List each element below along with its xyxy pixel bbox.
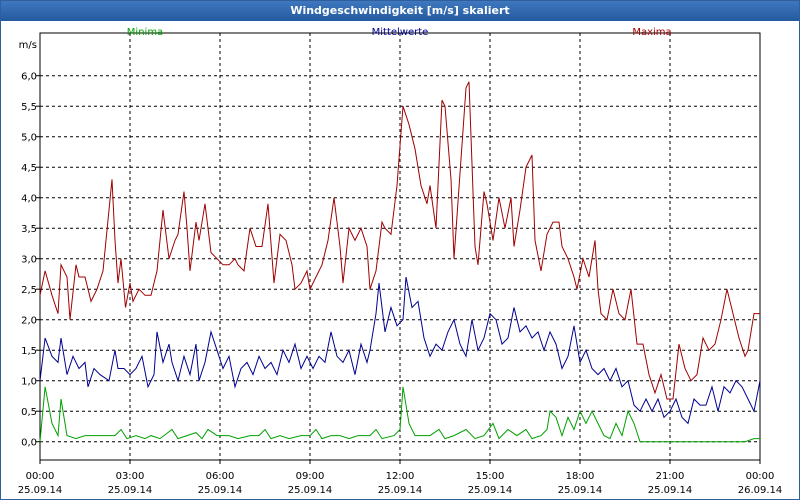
y-tick-label: 3,5 (21, 224, 37, 235)
x-tick-date: 25.09.14 (558, 485, 603, 496)
y-axis-label: m/s (19, 40, 37, 51)
y-tick-label: 0,0 (21, 438, 37, 449)
x-tick-date: 25.09.14 (378, 485, 423, 496)
y-tick-label: 2,5 (21, 285, 37, 296)
x-tick-time: 00:00 (746, 471, 775, 482)
y-axis: m/s 0,0 0,5 1,0 1,5 2,0 2,5 3,0 3,5 4,0 4,5 5,0 5,5… (19, 40, 40, 449)
x-tick-time: 09:00 (296, 471, 325, 482)
y-tick-label: 4,5 (21, 163, 37, 174)
y-tick-label: 1,0 (21, 377, 37, 388)
y-tick-label: 6,0 (21, 72, 37, 83)
y-tick-label: 1,5 (21, 346, 37, 357)
chart-canvas: m/s 0,0 0,5 1,0 1,5 2,0 2,5 3,0 3,5 4,0 4,5 5,0 5,5… (18, 27, 783, 496)
x-tick-time: 00:00 (26, 471, 55, 482)
y-tick-label: 4,0 (21, 194, 37, 205)
legend-entry-maxima: Maxima (632, 27, 671, 38)
x-tick-time: 15:00 (476, 471, 505, 482)
legend-entry-minima: Minima (127, 27, 163, 38)
y-tick-label: 2,0 (21, 316, 37, 327)
y-tick-label: 5,5 (21, 102, 37, 113)
x-tick-date: 25.09.14 (288, 485, 333, 496)
y-tick-label: 5,0 (21, 133, 37, 144)
x-tick-date: 25.09.14 (648, 485, 693, 496)
y-tick-label: 0,5 (21, 407, 37, 418)
x-tick-date: 26.09.14 (738, 485, 783, 496)
legend-entry-mittelwerte: Mittelwerte (372, 27, 429, 38)
x-axis: 00:00 25.09.14 03:00 25.09.14 06:00 25.09.14 0… (18, 460, 783, 496)
x-tick-time: 03:00 (116, 471, 145, 482)
x-tick-time: 12:00 (386, 471, 415, 482)
x-tick-time: 21:00 (656, 471, 685, 482)
x-tick-time: 06:00 (206, 471, 235, 482)
x-tick-time: 18:00 (566, 471, 595, 482)
x-tick-date: 25.09.14 (108, 485, 153, 496)
x-tick-date: 25.09.14 (18, 485, 63, 496)
x-tick-date: 25.09.14 (198, 485, 243, 496)
y-tick-label: 3,0 (21, 255, 37, 266)
x-tick-date: 25.09.14 (468, 485, 513, 496)
